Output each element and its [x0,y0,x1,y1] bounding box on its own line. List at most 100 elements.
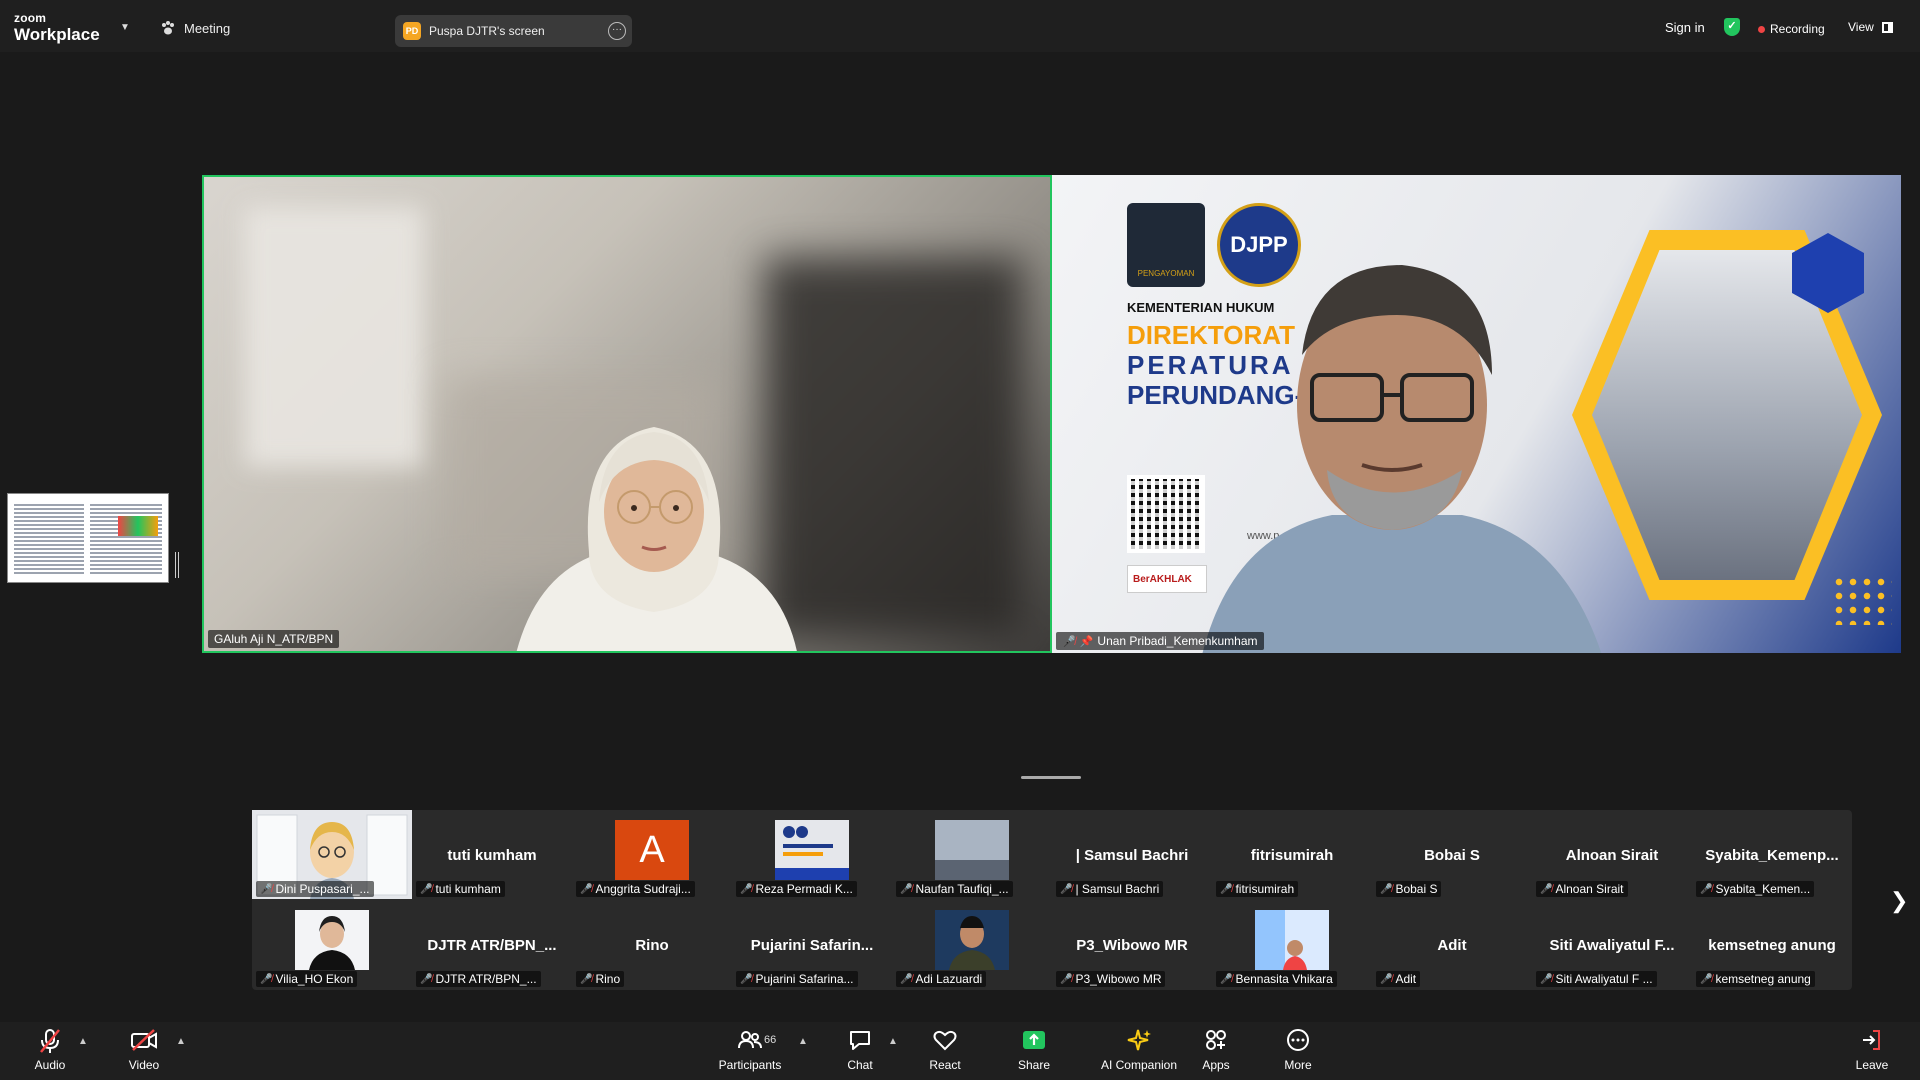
participant-tile[interactable]: kemsetneg anung 🎤̸ kemsetneg anung [1692,900,1852,989]
participant-name-tag: 🎤̸ kemsetneg anung [1696,971,1815,987]
participant-tile[interactable]: Syabita_Kemenp... 🎤̸ Syabita_Kemen... [1692,810,1852,899]
chevron-down-icon[interactable]: ▼ [120,22,130,33]
participant-tile[interactable]: Bobai S 🎤̸ Bobai S [1372,810,1532,899]
participant-name-tag: 🎤̸ Bennasita Vhikara [1216,971,1337,987]
participant-name-tag: 🎤̸ Alnoan Sirait [1536,881,1628,897]
participant-tile[interactable]: 🎤̸ Naufan Taufiqi_... [892,810,1052,899]
participant-tile[interactable]: 🎤̸ Reza Permadi K... [732,810,892,899]
mic-muted-icon: 🎤̸ [1060,973,1073,985]
zoom-workplace-logo[interactable]: zoom Workplace [14,12,100,43]
chevron-right-icon[interactable]: ❯ [1890,888,1908,914]
participant-tile[interactable]: tuti kumham 🎤̸ tuti kumham [412,810,572,899]
participant-name: Adi Lazuardi [915,972,983,986]
participant-tile[interactable]: Alnoan Sirait 🎤̸ Alnoan Sirait [1532,810,1692,899]
shield-check-icon[interactable]: ✓ [1724,18,1740,36]
participant-name: Syabita_Kemen... [1715,882,1811,896]
leave-button[interactable]: Leave [1832,1028,1912,1078]
document-page-image [90,504,162,574]
chevron-up-icon[interactable]: ▲ [176,1036,186,1047]
mic-muted-icon: 🎤̸ [1540,883,1553,895]
document-graphic [118,516,158,536]
more-button[interactable]: More [1258,1028,1338,1078]
view-button[interactable]: View [1848,20,1893,34]
video-tile-active-speaker[interactable]: GAluh Aji N_ATR/BPN [202,175,1052,653]
participant-name: Adit [1395,972,1417,986]
chevron-up-icon[interactable]: ▲ [888,1036,898,1047]
participant-tile[interactable]: | Samsul Bachri 🎤̸ | Samsul Bachri [1052,810,1212,899]
background-blur [244,207,424,467]
participant-tile[interactable]: P3_Wibowo MR 🎤̸ P3_Wibowo MR [1052,900,1212,989]
participant-name-tag: 🎤̸ Adi Lazuardi [896,971,987,987]
mic-muted-icon: 🎤̸ [580,883,593,895]
zoom-meeting-window: zoom Workplace ▼ Meeting PD Puspa DJTR's… [0,0,1920,1080]
participant-name-tag: 🎤̸ Vilia_HO Ekon [256,971,358,987]
gallery-resize-handle[interactable] [1021,776,1081,779]
participant-name-tag: GAluh Aji N_ATR/BPN [208,630,340,648]
participant-display-name: | Samsul Bachri [1075,847,1189,864]
participant-name: Bobai S [1395,882,1438,896]
video-tile-participant[interactable]: PENGAYOMAN DJPP KEMENTERIAN HUKUM DIREKT… [1052,175,1901,653]
participant-name: kemsetneg anung [1715,972,1811,986]
participant-tile[interactable]: Adit 🎤̸ Adit [1372,900,1532,989]
participant-tile[interactable]: fitrisumirah 🎤̸ fitrisumirah [1212,810,1372,899]
video-button[interactable]: Video [104,1028,184,1078]
participant-name-tag: 🎤̸ Pujarini Safarina... [736,971,858,987]
meeting-label: Meeting [184,20,231,36]
participant-display-name: Siti Awaliyatul F... [1549,937,1675,954]
participant-name-tag: 🎤̸ tuti kumham [416,881,505,897]
recording-dot-icon [1758,25,1765,33]
chat-label: Chat [847,1058,873,1072]
participant-tile[interactable]: Pujarini Safarin... 🎤̸ Pujarini Safarina..… [732,900,892,989]
participant-name: fitrisumirah [1235,882,1295,896]
participant-name: Anggrita Sudraji... [595,882,691,896]
sign-in-button[interactable]: Sign in [1665,20,1705,35]
participant-tile[interactable]: Siti Awaliyatul F... 🎤̸ Siti Awaliyatul F … [1532,900,1692,989]
participant-display-name: Alnoan Sirait [1565,847,1659,864]
participant-name: | Samsul Bachri [1075,882,1160,896]
mic-muted-icon: 🎤̸ [1060,883,1073,895]
participant-tile[interactable]: A 🎤̸ Anggrita Sudraji... [572,810,732,899]
more-options-icon[interactable]: ··· [608,22,626,40]
share-button[interactable]: Share [994,1028,1074,1078]
meeting-button[interactable]: Meeting [160,20,230,36]
participant-display-name: Bobai S [1424,847,1480,864]
mic-muted-icon: 🎤̸ [1220,883,1233,895]
participant-tile[interactable]: DJTR ATR/BPN_... 🎤̸ DJTR ATR/BPN_... [412,900,572,989]
chevron-up-icon[interactable]: ▲ [78,1036,88,1047]
participant-tile[interactable]: 🎤̸ Vilia_HO Ekon [252,900,412,989]
participant-tile[interactable]: Rino 🎤̸ Rino [572,900,732,989]
audio-label: Audio [34,1058,66,1072]
mic-muted-icon: 🎤̸ [260,883,273,895]
shared-screen-thumbnail[interactable] [7,493,169,583]
participant-name-tag: 🎤̸ Anggrita Sudraji... [576,881,695,897]
brand-small: zoom [14,11,47,25]
mic-muted-icon: 🎤̸ [1220,973,1233,985]
apps-button[interactable]: Apps [1176,1028,1256,1078]
avatar-letter: A [615,820,689,880]
shared-screen-indicator[interactable]: PD Puspa DJTR's screen ··· [395,15,632,47]
ai-companion-button[interactable]: AI Companion [1089,1028,1189,1078]
participant-display-name: Adit [1437,937,1467,954]
mic-muted-icon: 🎤̸ [740,973,753,985]
recording-indicator[interactable]: Recording [1758,22,1825,36]
react-button[interactable]: React [905,1028,985,1078]
participant-name-tag: 🎤̸ DJTR ATR/BPN_... [416,971,541,987]
participant-video-image [1255,910,1329,970]
participants-count: 66 [764,1034,777,1046]
participant-tile[interactable]: 🎤̸ Bennasita Vhikara [1212,900,1372,989]
participant-name-tag: 🎤̸ | Samsul Bachri [1056,881,1164,897]
participant-tile[interactable]: 🎤̸ Adi Lazuardi [892,900,1052,989]
participant-name-tag: 🎤̸ Siti Awaliyatul F ... [1536,971,1657,987]
chevron-up-icon[interactable]: ▲ [798,1036,808,1047]
participant-name: Alnoan Sirait [1555,882,1624,896]
mic-muted-icon: 🎤̸ [740,883,753,895]
participant-display-name: Rino [635,937,669,954]
participant-name: DJTR ATR/BPN_... [435,972,537,986]
participant-name: Naufan Taufiqi_... [915,882,1009,896]
participants-button[interactable]: Participants [710,1028,790,1078]
resize-handle[interactable] [175,552,179,578]
meeting-toolbar: Audio ▲ Video ▲ Participants 66 ▲ Chat ▲ [0,1022,1920,1080]
participant-name: Dini Puspasari_... [275,882,370,896]
participant-tile[interactable]: 🎤̸ Dini Puspasari_... [252,810,412,899]
document-page-image [14,504,84,574]
